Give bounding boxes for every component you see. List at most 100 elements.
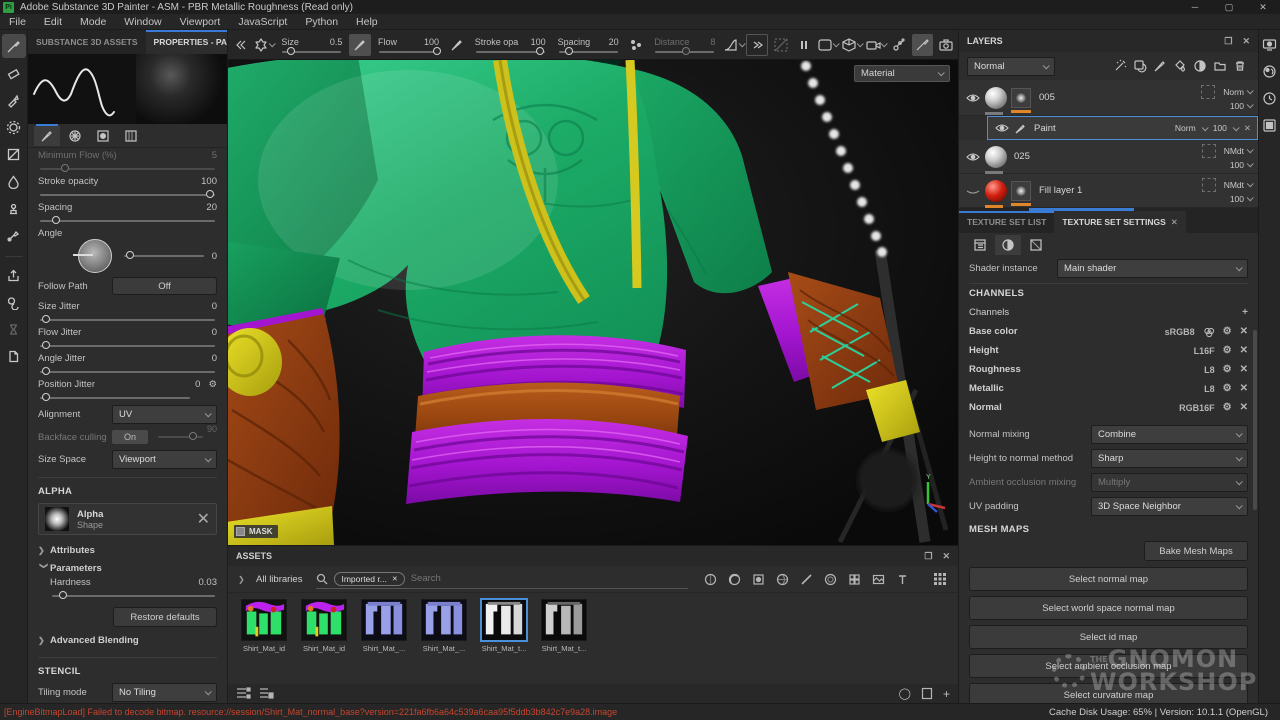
channel-settings-gear-icon[interactable]: ⚙ — [1223, 345, 1232, 356]
projection-tool[interactable] — [2, 88, 26, 112]
filter-smart-materials-icon[interactable] — [726, 571, 742, 587]
brush-mode-icon[interactable] — [912, 34, 934, 56]
bake-mesh-maps-button[interactable]: Bake Mesh Maps — [1144, 541, 1248, 561]
stencil-disabled-icon[interactable] — [770, 34, 792, 56]
advanced-blending-fold[interactable]: ❯Advanced Blending — [38, 631, 217, 649]
add-smart-mask-icon[interactable] — [1190, 57, 1210, 75]
size-jitter-slider[interactable]: Size Jitter0 — [38, 301, 217, 321]
falloff-curve-icon[interactable] — [722, 34, 744, 56]
channel-row-height[interactable]: Height L16F ⚙ ✕ — [959, 341, 1258, 360]
add-channel-icon[interactable]: + — [1242, 307, 1248, 318]
history-icon[interactable] — [1262, 91, 1277, 106]
visibility-eye-icon[interactable] — [965, 93, 981, 103]
remove-effect-icon[interactable]: ✕ — [1244, 123, 1251, 134]
subtab-alpha[interactable] — [90, 126, 116, 146]
layer-mask-thumbnail[interactable] — [1011, 181, 1031, 201]
paint-tool[interactable] — [2, 34, 26, 58]
attributes-fold[interactable]: ❯Attributes — [38, 541, 217, 559]
subtab-size[interactable] — [1023, 235, 1049, 255]
remove-channel-icon[interactable]: ✕ — [1240, 402, 1248, 413]
position-jitter-gear-icon[interactable]: ⚙ — [208, 379, 217, 392]
menu-edit[interactable]: Edit — [35, 14, 71, 30]
channel-settings-gear-icon[interactable]: ⚙ — [1223, 326, 1232, 337]
subtab-brush[interactable] — [34, 126, 60, 146]
right-panel-scrollbar[interactable] — [1253, 330, 1257, 510]
clone-stamp-tool[interactable] — [2, 196, 26, 220]
remove-channel-icon[interactable]: ✕ — [1240, 364, 1248, 375]
visibility-eye-icon[interactable] — [994, 123, 1010, 133]
filter-brushes-icon[interactable] — [798, 571, 814, 587]
angle-jitter-slider[interactable]: Angle Jitter0 — [38, 353, 217, 373]
filter-materials-icon[interactable] — [702, 571, 718, 587]
details-view-icon[interactable] — [259, 687, 274, 700]
stroke-opacity-slider[interactable]: Stroke opacity100 — [38, 176, 217, 196]
refresh-icon[interactable]: ◯ — [899, 687, 911, 700]
backface-culling-toggle[interactable]: On — [112, 430, 148, 444]
alignment-dropdown[interactable]: UV — [112, 405, 217, 424]
add-effect-icon[interactable] — [1110, 57, 1130, 75]
layer-mask-thumbnail[interactable] — [1011, 88, 1031, 108]
layer-thumbnail[interactable] — [985, 146, 1007, 168]
new-resource-icon[interactable] — [921, 687, 933, 700]
layer-thumbnail[interactable] — [985, 180, 1007, 202]
spacing-slider-toolbar[interactable]: Spacing20 — [558, 37, 619, 53]
layer-thumbnail[interactable] — [985, 87, 1007, 109]
tab-properties-paint[interactable]: PROPERTIES - PAINT ✕ — [146, 30, 228, 54]
remove-channel-icon[interactable]: ✕ — [1240, 326, 1248, 337]
spacing-slider[interactable]: Spacing20 — [38, 202, 217, 222]
delete-layer-icon[interactable] — [1230, 57, 1250, 75]
stroke-opacity-slider-toolbar[interactable]: Stroke opa100 — [475, 37, 546, 53]
chip-close-icon[interactable]: ✕ — [392, 575, 398, 583]
add-paint-layer-icon[interactable] — [1150, 57, 1170, 75]
shader-instance-dropdown[interactable]: Main shader — [1057, 259, 1248, 278]
search-input[interactable] — [411, 573, 531, 584]
grid-view-icon[interactable] — [932, 571, 948, 587]
normal-mixing-dropdown[interactable]: Combine — [1091, 425, 1248, 444]
menu-javascript[interactable]: JavaScript — [229, 14, 296, 30]
follow-path-toggle[interactable]: Off — [112, 277, 217, 295]
viewport-mode-icon[interactable] — [817, 34, 839, 56]
viewport-3d[interactable]: Y Material MASK — [228, 60, 958, 545]
close-button[interactable]: ✕ — [1246, 0, 1280, 14]
select-world-space-normal-map-button[interactable]: Select world space normal map — [969, 596, 1248, 620]
menu-file[interactable]: File — [0, 14, 35, 30]
size-space-dropdown[interactable]: Viewport — [112, 450, 217, 469]
alpha-resource-item[interactable]: Alpha Shape ✕ — [38, 503, 217, 535]
visibility-eye-closed-icon[interactable] — [965, 186, 981, 196]
subtab-settings[interactable] — [967, 235, 993, 255]
resources-button[interactable] — [2, 290, 26, 314]
position-jitter-slider[interactable]: Position Jitter0⚙ — [38, 379, 217, 399]
visibility-eye-icon[interactable] — [965, 152, 981, 162]
minimize-button[interactable]: ─ — [1178, 0, 1212, 14]
menu-window[interactable]: Window — [115, 14, 170, 30]
import-resources-icon[interactable]: + — [943, 687, 950, 701]
filter-fonts-icon[interactable] — [894, 571, 910, 587]
height-to-normal-dropdown[interactable]: Sharp — [1091, 449, 1248, 468]
perspective-cube-icon[interactable] — [841, 34, 863, 56]
minimum-flow-slider[interactable]: Minimum Flow (%)5 — [38, 150, 217, 170]
menu-mode[interactable]: Mode — [71, 14, 115, 30]
display-settings-icon[interactable] — [1262, 38, 1277, 52]
remove-channel-icon[interactable]: ✕ — [1240, 345, 1248, 356]
menu-python[interactable]: Python — [296, 14, 347, 30]
subtab-stencil[interactable] — [118, 126, 144, 146]
add-smart-material-icon[interactable] — [1130, 57, 1150, 75]
flow-jitter-slider[interactable]: Flow Jitter0 — [38, 327, 217, 347]
float-panel-icon[interactable]: ❐ — [924, 551, 932, 562]
parameters-fold[interactable]: ❯Parameters — [38, 559, 217, 577]
tab-close-icon[interactable]: ✕ — [1171, 217, 1178, 228]
viewport-channel-dropdown[interactable]: Material — [854, 65, 950, 82]
asset-item[interactable]: Shirt_Mat_id — [238, 599, 290, 653]
channel-row-normal[interactable]: Normal RGB16F ⚙ ✕ — [959, 398, 1258, 417]
subtab-channels[interactable] — [995, 235, 1021, 255]
material-picker-tool[interactable] — [2, 223, 26, 247]
scatter-dots-icon[interactable] — [626, 34, 648, 56]
filter-alphas-icon[interactable] — [822, 571, 838, 587]
asset-item[interactable]: Shirt_Mat_... — [358, 599, 410, 653]
alpha-shape-icon[interactable] — [253, 34, 275, 56]
texture-set-list-icon[interactable] — [1262, 118, 1277, 133]
restore-defaults-button[interactable]: Restore defaults — [113, 607, 217, 627]
layer-row-fill-layer-1[interactable]: Fill layer 1 NMdt 100 — [959, 174, 1258, 208]
layer-row-025[interactable]: 025 NMdt 100 — [959, 140, 1258, 174]
subtab-material[interactable] — [62, 126, 88, 146]
